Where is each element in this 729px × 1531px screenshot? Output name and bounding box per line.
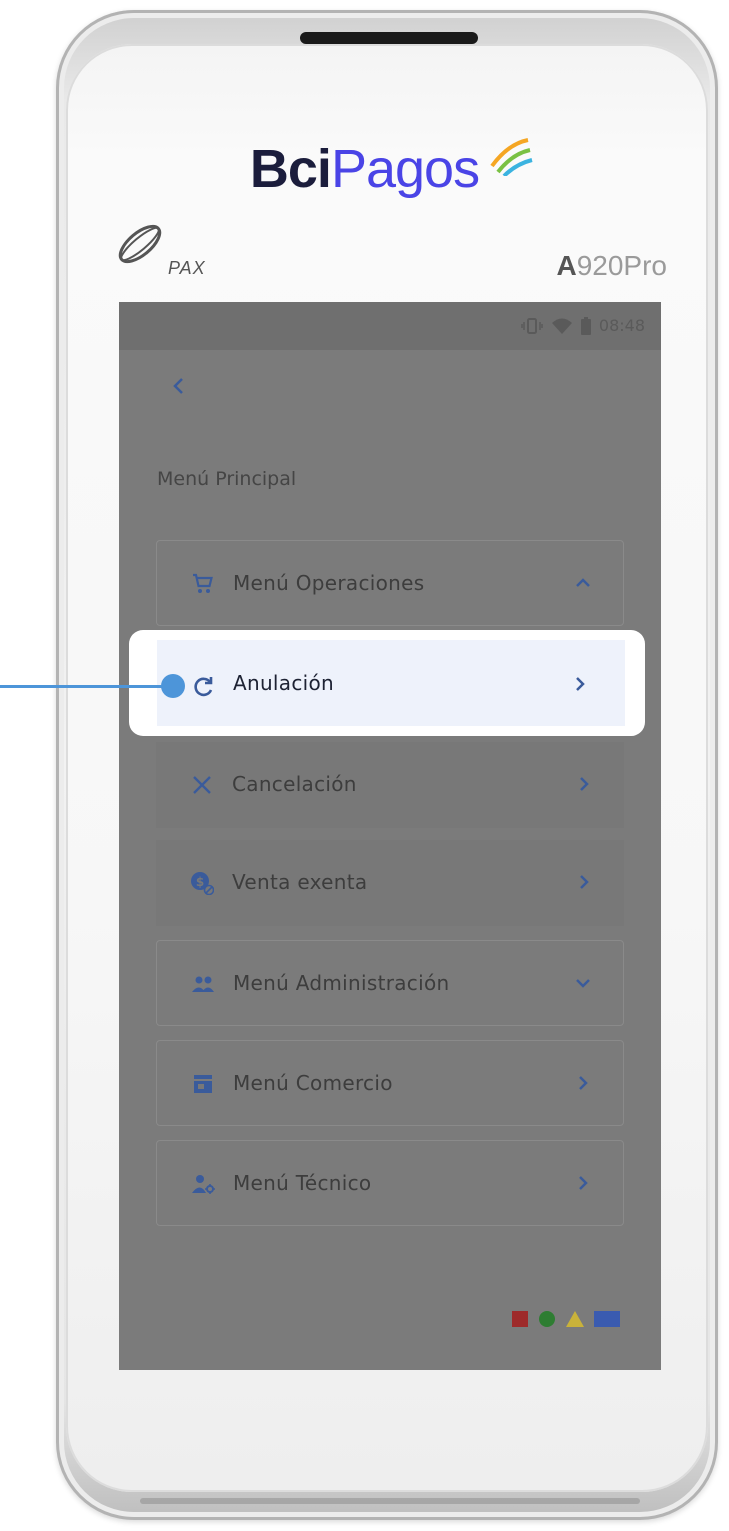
wifi-icon [551, 318, 572, 334]
status-time: 08:48 [598, 316, 645, 335]
decorative-shapes [512, 1310, 620, 1328]
terminal-screen: 08:48 Menú Principal Menú Operaciones Ca… [119, 302, 661, 1370]
menu-comercio[interactable]: Menú Comercio [156, 1040, 624, 1126]
submenu-cancelacion-label: Cancelación [232, 772, 357, 796]
chevron-right-icon [580, 777, 589, 791]
brand-swoosh-icon [490, 138, 533, 176]
submenu-anulacion-label: Anulación [233, 671, 335, 695]
status-bar: 08:48 [119, 302, 661, 350]
menu-operaciones[interactable]: Menú Operaciones [156, 540, 624, 626]
user-gear-icon [192, 1175, 215, 1194]
chevron-right-icon [576, 677, 585, 691]
submenu-cancelacion[interactable]: Cancelación [156, 742, 624, 828]
chevron-right-icon [579, 1176, 588, 1190]
back-button[interactable] [167, 374, 191, 398]
chevron-right-icon [580, 875, 589, 889]
chevron-down-icon [576, 979, 590, 988]
page-title: Menú Principal [157, 468, 297, 490]
maker-label: PAX [168, 258, 206, 278]
menu-tecnico-label: Menú Técnico [233, 1171, 372, 1195]
red-square-icon [512, 1311, 528, 1327]
store-icon [194, 1075, 212, 1093]
model-label: A920Pro [556, 250, 667, 281]
callout-dot [161, 674, 185, 698]
yellow-triangle-icon [566, 1311, 584, 1327]
green-circle-icon [539, 1311, 555, 1327]
menu-administracion-label: Menú Administración [233, 971, 450, 995]
pax-logo-icon [118, 224, 162, 264]
menu-administracion[interactable]: Menú Administración [156, 940, 624, 1026]
menu-comercio-label: Menú Comercio [233, 1071, 393, 1095]
menu-operaciones-label: Menú Operaciones [233, 571, 425, 595]
cart-icon [193, 573, 213, 593]
brand-pagos-text: Pagos [330, 139, 480, 199]
brand-bci-text: Bci [249, 139, 332, 199]
submenu-anulacion[interactable] [157, 640, 625, 726]
submenu-venta-exenta-label: Venta exenta [232, 870, 368, 894]
blue-rectangle-icon [594, 1311, 620, 1327]
chevron-left-icon [173, 378, 183, 394]
svg-text:$: $ [196, 875, 204, 889]
speaker-slot [300, 32, 478, 44]
group-icon [192, 976, 214, 992]
chevron-up-icon [576, 578, 590, 587]
exempt-coin-icon: $ [191, 872, 214, 895]
callout-line [0, 685, 170, 688]
chevron-right-icon [579, 1076, 588, 1090]
submenu-venta-exenta[interactable]: $ Venta exenta [156, 840, 624, 926]
menu-tecnico[interactable]: Menú Técnico [156, 1140, 624, 1226]
close-icon [193, 776, 211, 794]
battery-icon [580, 316, 591, 335]
vibrate-icon [521, 317, 543, 334]
brand-logo: BciPagos [0, 138, 729, 200]
terminal-bottom-edge [140, 1498, 640, 1504]
refresh-icon [194, 677, 213, 697]
